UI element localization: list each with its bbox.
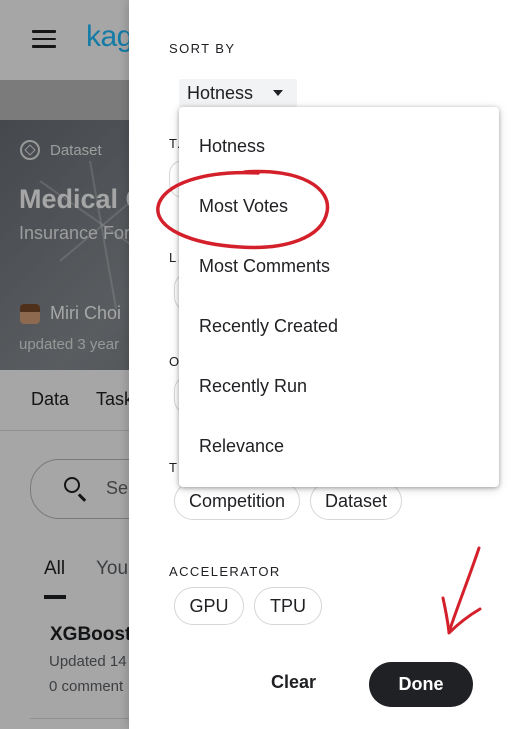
sort-by-label: SORT BY (169, 41, 236, 56)
chip-dataset[interactable]: Dataset (310, 482, 402, 520)
clear-button[interactable]: Clear (271, 672, 316, 693)
chip-competition[interactable]: Competition (174, 482, 300, 520)
accelerator-label: ACCELERATOR (169, 564, 281, 579)
sort-option-relevance[interactable]: Relevance (179, 417, 499, 477)
sort-menu: Hotness Most Votes Most Comments Recentl… (179, 107, 499, 487)
sort-by-value: Hotness (187, 83, 254, 103)
chip-gpu[interactable]: GPU (174, 587, 244, 625)
sort-option-label: Relevance (199, 436, 285, 456)
sort-option-label: Most Votes (199, 196, 289, 216)
sort-option-label: Most Comments (199, 256, 331, 276)
caret-down-icon (273, 90, 283, 96)
sort-option-hotness[interactable]: Hotness (179, 117, 499, 177)
sort-option-label: Recently Run (199, 376, 308, 396)
section-label-partial-4: T (169, 460, 179, 475)
sort-option-label: Hotness (199, 136, 266, 156)
sort-by-select[interactable]: Hotness (179, 79, 297, 107)
sort-option-most-comments[interactable]: Most Comments (179, 237, 499, 297)
sort-option-most-votes[interactable]: Most Votes (179, 177, 499, 237)
sort-option-label: Recently Created (199, 316, 339, 336)
sort-option-recently-run[interactable]: Recently Run (179, 357, 499, 417)
sort-option-recently-created[interactable]: Recently Created (179, 297, 499, 357)
chip-tpu[interactable]: TPU (254, 587, 322, 625)
done-button[interactable]: Done (369, 662, 473, 707)
